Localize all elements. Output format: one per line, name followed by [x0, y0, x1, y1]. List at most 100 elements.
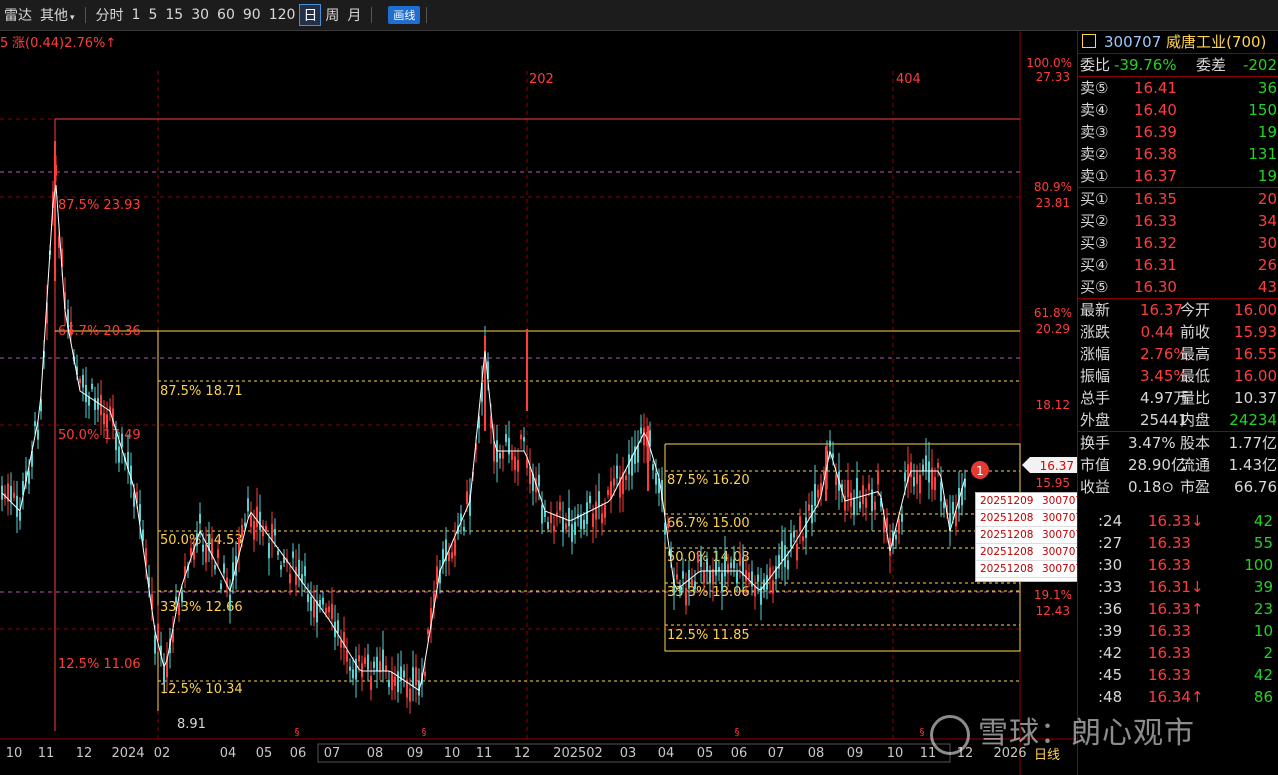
candle-body — [514, 456, 516, 471]
candle-body — [934, 476, 936, 491]
candle-body — [181, 591, 183, 602]
ma-line — [1, 184, 966, 692]
draw-line-button[interactable]: 画线 — [388, 6, 421, 24]
sell-orders: 卖⑤ 16.41 36 卖④ 16.40 150 卖③ 16.39 19 卖② 16.38 131 卖①… — [1078, 77, 1278, 188]
date-axis-label: 202502 — [553, 746, 603, 761]
candle-body — [19, 511, 21, 521]
candle-body — [508, 437, 510, 455]
candle-body — [808, 504, 810, 511]
candle-body — [829, 440, 831, 447]
tick-price: 16.33 — [1148, 622, 1191, 640]
tick-row: :48 16.34↑ 86 — [1078, 686, 1278, 708]
candle-body — [703, 571, 705, 584]
candle-body — [754, 585, 756, 597]
date-axis-label: 11 — [476, 746, 493, 761]
buy-level-label: 买④ — [1080, 256, 1109, 274]
date-axis-label: 2024 — [111, 746, 144, 761]
date-axis-label: 05 — [697, 746, 714, 761]
candle-body — [403, 670, 405, 678]
candle-body — [523, 436, 525, 442]
tick-volume: 42 — [1253, 666, 1273, 684]
price-axis-value: 12.43 — [1036, 604, 1070, 618]
buy-volume: 34 — [1257, 212, 1277, 230]
candle-body — [730, 562, 732, 568]
candle-body — [202, 544, 204, 552]
period-30[interactable]: 30 — [187, 7, 213, 23]
period-fenshi[interactable]: 分时 — [92, 5, 128, 25]
candle-body — [268, 543, 270, 559]
candle-body — [94, 398, 96, 410]
period-week[interactable]: 周 — [321, 5, 343, 25]
sell-level-label: 卖④ — [1080, 101, 1109, 119]
tick-row: :24 16.33↓ 42 — [1078, 510, 1278, 532]
candle-body — [397, 671, 399, 693]
vline-label: 202 — [529, 72, 554, 87]
candle-body — [79, 378, 81, 383]
tick-volume: 42 — [1253, 512, 1273, 530]
tick-row: :42 16.33 2 — [1078, 642, 1278, 664]
date-axis-label: 11 — [38, 746, 55, 761]
candle-body — [295, 566, 297, 585]
toolbar-radar[interactable]: 雷达 — [0, 5, 36, 25]
candle-body — [244, 522, 246, 527]
period-day[interactable]: 日 — [299, 4, 322, 26]
candle-body — [121, 433, 123, 448]
candle-body — [538, 474, 540, 487]
period-60[interactable]: 60 — [213, 7, 239, 23]
toolbar-other[interactable]: 其他 ▾ — [36, 5, 79, 25]
candle-body — [655, 473, 657, 485]
candle-body — [925, 455, 927, 472]
candle-body — [607, 490, 609, 495]
tick-row: :27 16.33 55 — [1078, 532, 1278, 554]
trade-date: 20251208 — [980, 512, 1034, 524]
candle-body — [919, 474, 921, 494]
sell-volume: 150 — [1248, 101, 1277, 119]
candle-body — [559, 502, 561, 511]
buy-level-label: 买③ — [1080, 234, 1109, 252]
date-axis-label: 03 — [620, 746, 637, 761]
candle-body — [325, 607, 327, 614]
square-icon[interactable] — [1082, 34, 1096, 48]
period-120[interactable]: 120 — [265, 7, 300, 23]
price-axis-pct: 61.8% — [1034, 306, 1072, 320]
watermark-text: 雪球：朗心观市 — [978, 716, 1195, 751]
tick-list: :24 16.33↓ 42:27 16.33 55:30 16.33 100:33 16.31… — [1078, 510, 1278, 708]
candle-body — [427, 629, 429, 634]
candle-body — [37, 429, 39, 440]
period-5[interactable]: 5 — [144, 7, 161, 23]
period-90[interactable]: 90 — [239, 7, 265, 23]
candle-body — [157, 623, 159, 641]
stock-name: 威唐工业 — [1166, 33, 1227, 51]
candle-body — [364, 657, 366, 665]
candle-body — [412, 667, 414, 687]
stat-label: 外盘 — [1080, 411, 1111, 429]
candle-body — [565, 523, 567, 530]
tick-price: 16.33 — [1148, 534, 1191, 552]
candle-body — [604, 505, 606, 518]
quote-stats-2: 换手 3.47% 股本 1.77亿 市值 28.90亿 流通 1.43亿 收益 0.18⊙ 市盈 66… — [1078, 432, 1278, 498]
candle-body — [910, 462, 912, 478]
candle-body — [322, 597, 324, 605]
kline-chart[interactable]: 87.5% 23.9366.7% 20.3650.0% 17.4912.5% 1… — [0, 31, 1077, 775]
tick-time: :33 — [1098, 578, 1123, 596]
candle-body — [859, 501, 861, 509]
candle-body — [154, 635, 156, 654]
candle-body — [583, 519, 585, 529]
period-15[interactable]: 15 — [161, 7, 187, 23]
period-month[interactable]: 月 — [343, 5, 365, 25]
candle-body — [793, 530, 795, 538]
date-axis-label: 04 — [658, 746, 675, 761]
buy-level-label: 买① — [1080, 190, 1109, 208]
candle-body — [553, 525, 555, 532]
candle-body — [223, 563, 225, 574]
quote-stat-row: 振幅 3.45% 最低 16.00 — [1078, 365, 1278, 387]
tick-time: :30 — [1098, 556, 1123, 574]
quote-stats: 最新 16.37 今开 16.00 涨跌 0.44 前收 15.93 涨幅 2.76% 最高 16.5… — [1078, 299, 1278, 432]
sell-level-label: 卖① — [1080, 167, 1109, 185]
buy-order-row: 买④ 16.31 26 — [1078, 254, 1278, 276]
candle-body — [667, 523, 669, 529]
period-1[interactable]: 1 — [128, 7, 145, 23]
candle-body — [163, 667, 165, 685]
candle-body — [898, 519, 900, 534]
stat-value: 1.43亿 — [1228, 456, 1277, 474]
